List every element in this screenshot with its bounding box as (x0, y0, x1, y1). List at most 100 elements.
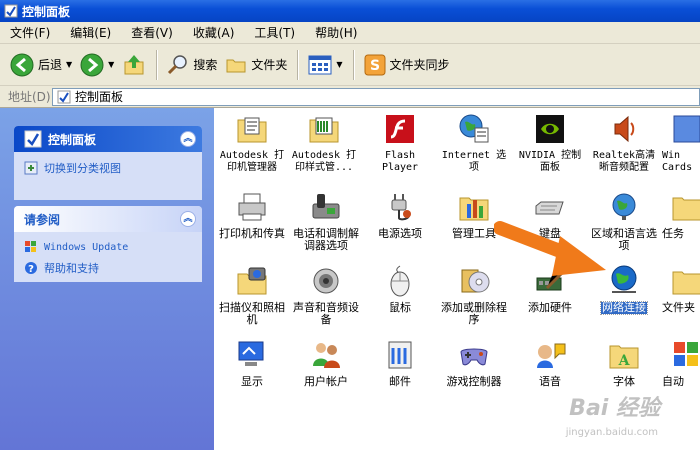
search-button[interactable]: 搜索 (163, 47, 221, 83)
help-support-label: 帮助和支持 (44, 262, 99, 275)
gamepad-icon (460, 348, 488, 366)
item-nvidia-control-panel[interactable]: NVIDIA 控制面板 (514, 112, 586, 174)
title-bar: 控制面板 (0, 0, 700, 22)
windows-logo-icon (25, 241, 36, 252)
plot-style-folder-icon (309, 117, 339, 143)
window-title: 控制面板 (22, 4, 71, 19)
menu-edit[interactable]: 编辑(E) (64, 24, 117, 41)
back-dropdown-icon[interactable]: ▼ (66, 60, 72, 69)
section-body: Windows Update ? 帮助和支持 (14, 232, 202, 282)
folder-icon (226, 59, 246, 72)
item-label: 显示 (241, 375, 263, 388)
item-display[interactable]: 显示 (216, 338, 288, 388)
views-icon (308, 55, 332, 74)
windows-update-link[interactable]: Windows Update (24, 240, 192, 254)
mail-icon (388, 341, 412, 369)
display-icon (238, 341, 264, 366)
item-scanners-cameras[interactable]: 扫描仪和照相机 (216, 264, 288, 326)
collapse-chevron-icon[interactable]: ︽ (180, 211, 196, 227)
item-flash-player[interactable]: Flash Player (364, 112, 436, 174)
menu-tools[interactable]: 工具(T) (248, 24, 301, 41)
views-button[interactable]: ▼ (304, 47, 346, 83)
svg-text:?: ? (28, 264, 34, 275)
menu-file[interactable]: 文件(F) (4, 24, 56, 41)
folder-sync-button[interactable]: S 文件夹同步 (360, 47, 454, 83)
address-bar: 地址(D) 控制面板 (0, 86, 700, 108)
windows-update-label: Windows Update (44, 241, 129, 253)
up-button[interactable] (118, 47, 150, 83)
item-label: 扫描仪和照相机 (219, 301, 285, 326)
item-phone-modem[interactable]: 电话和调制解调器选项 (290, 190, 362, 252)
forward-button[interactable]: ▼ (76, 47, 118, 83)
menu-help[interactable]: 帮助(H) (309, 24, 363, 41)
item-autodesk-plot-style[interactable]: Autodesk 打印样式管... (288, 112, 360, 174)
item-autodesk-plotter-manager[interactable]: Autodesk 打印机管理器 (216, 112, 288, 174)
item-mouse[interactable]: 鼠标 (364, 264, 436, 314)
collapse-chevron-icon[interactable]: ︽ (180, 131, 196, 147)
item-fonts[interactable]: A 字体 (588, 338, 660, 388)
item-realtek-audio[interactable]: Realtek高清晰音频配置 (588, 112, 660, 174)
watermark-url: jingyan.baidu.com (565, 427, 658, 438)
folders-label: 文件夹 (251, 58, 288, 72)
item-user-accounts[interactable]: 用户帐户 (290, 338, 362, 388)
section-header[interactable]: 请参阅 ︽ (14, 206, 202, 232)
item-printers-faxes[interactable]: 打印机和传真 (216, 190, 288, 240)
section-body: 切换到分类视图 (14, 152, 202, 190)
item-scheduled-tasks[interactable]: 任务 (662, 190, 700, 240)
views-dropdown-icon[interactable]: ▼ (336, 60, 342, 69)
item-automatic-updates[interactable]: 自动 (662, 338, 700, 388)
item-label: 网络连接 (600, 301, 648, 315)
flash-icon (386, 115, 414, 143)
item-speech[interactable]: 语音 (514, 338, 586, 388)
folder-icon (672, 271, 700, 295)
item-internet-options[interactable]: Internet 选项 (438, 112, 510, 174)
task-folder-icon (672, 197, 700, 221)
item-label: 添加硬件 (528, 301, 572, 314)
switch-category-view-link[interactable]: 切换到分类视图 (24, 160, 192, 176)
back-button[interactable]: 后退 ▼ (6, 47, 76, 83)
help-icon: ? (25, 262, 37, 275)
item-windows-cardspace[interactable]: Win Cards (662, 112, 700, 174)
admin-tools-icon (459, 197, 489, 221)
menu-view[interactable]: 查看(V) (125, 24, 179, 41)
item-label: Autodesk 打印机管理器 (219, 150, 285, 173)
power-plug-icon (391, 194, 411, 221)
control-panel-icon (57, 90, 71, 103)
item-label: 游戏控制器 (446, 375, 502, 388)
help-support-link[interactable]: ? 帮助和支持 (24, 260, 192, 276)
search-icon (168, 54, 188, 74)
item-power-options[interactable]: 电源选项 (364, 190, 436, 240)
item-label: Autodesk 打印样式管... (291, 150, 357, 173)
item-folder-options[interactable]: 文件夹 (662, 264, 700, 314)
control-panel-section: 控制面板 ︽ 切换到分类视图 (14, 126, 202, 200)
item-label: 电话和调制解调器选项 (293, 227, 359, 252)
nvidia-icon (536, 115, 564, 143)
section-header[interactable]: 控制面板 ︽ (14, 126, 202, 152)
folders-button[interactable]: 文件夹 (221, 47, 291, 83)
mouse-icon (390, 265, 410, 297)
item-label: 邮件 (389, 375, 411, 388)
item-label: Internet 选项 (441, 150, 507, 173)
address-input[interactable]: 控制面板 (52, 87, 700, 106)
toolbar-separator (352, 49, 354, 80)
users-icon (313, 343, 340, 368)
fonts-folder-icon: A (609, 345, 639, 369)
item-label: 添加或删除程序 (441, 301, 507, 326)
switch-view-icon (24, 161, 38, 175)
item-game-controllers[interactable]: 游戏控制器 (438, 338, 510, 388)
pointer-arrow-annotation (494, 221, 606, 276)
control-panel-icon (4, 4, 18, 18)
forward-dropdown-icon[interactable]: ▼ (108, 60, 114, 69)
back-arrow-icon (10, 53, 34, 76)
back-label: 后退 (38, 58, 63, 72)
icon-grid: Autodesk 打印机管理器 Autodesk 打印样式管... Flash … (214, 108, 700, 450)
control-panel-icon (24, 130, 42, 148)
menu-favorites[interactable]: 收藏(A) (187, 24, 241, 41)
item-label: Win Cards (662, 150, 693, 173)
item-sound-audio-devices[interactable]: 声音和音频设备 (290, 264, 362, 326)
item-mail[interactable]: 邮件 (364, 338, 436, 388)
item-label: 管理工具 (452, 227, 496, 240)
scanner-camera-icon (237, 267, 267, 295)
item-label: Flash Player (381, 150, 419, 173)
item-label: NVIDIA 控制面板 (518, 150, 582, 173)
